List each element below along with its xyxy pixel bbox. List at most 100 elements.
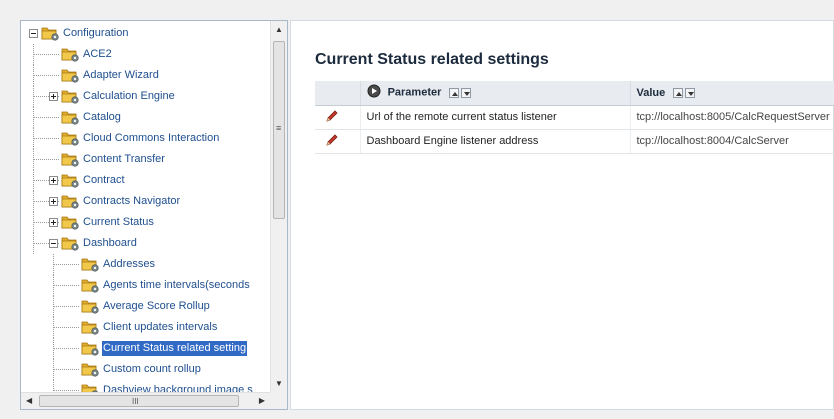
tree-item-dashboard[interactable]: Dashboard [21, 233, 270, 254]
tree-horizontal-scrollbar[interactable]: ◀ III ▶ [21, 392, 270, 409]
table-row: Url of the remote current status listene… [315, 105, 834, 130]
tree-item-client-updates-intervals[interactable]: Client updates intervals [21, 317, 270, 338]
scroll-up-icon[interactable]: ▲ [275, 26, 283, 34]
tree-vertical-scroll-thumb[interactable]: ≡ [273, 41, 285, 219]
pencil-icon[interactable] [325, 133, 339, 150]
tree-item-current-status[interactable]: Current Status [21, 212, 270, 233]
folder-gear-icon [61, 172, 80, 188]
tree-item-label[interactable]: ACE2 [82, 47, 113, 62]
tree-item-addresses[interactable]: Addresses [21, 254, 270, 275]
grip-icon: ≡ [276, 123, 282, 133]
tree-item-configuration[interactable]: Configuration [21, 23, 270, 44]
tree-item-label[interactable]: Calculation Engine [82, 89, 176, 104]
folder-gear-icon [81, 382, 100, 392]
sort-descending-icon[interactable] [685, 87, 696, 98]
folder-gear-icon [61, 46, 80, 62]
pencil-icon[interactable] [325, 109, 339, 126]
folder-gear-icon [81, 256, 100, 272]
folder-gear-icon [41, 25, 60, 41]
tree-item-label[interactable]: Catalog [82, 110, 122, 125]
tree-connector [53, 285, 79, 286]
folder-gear-icon [61, 214, 80, 230]
configuration-tree: Configuration ACE2 Adapter Wizard Calculati… [21, 21, 270, 392]
edit-cell [315, 129, 361, 154]
parameter-cell: Url of the remote current status listene… [360, 105, 631, 130]
value-cell: tcp://localhost:8005/CalcRequestServer [630, 105, 834, 130]
tree-connector [53, 327, 79, 328]
folder-gear-icon [61, 151, 80, 167]
tree-item-label[interactable]: Custom count rollup [102, 362, 202, 377]
tree-item-calculation-engine[interactable]: Calculation Engine [21, 86, 270, 107]
tree-item-content-transfer[interactable]: Content Transfer [21, 149, 270, 170]
tree-panel: Configuration ACE2 Adapter Wizard Calculati… [20, 20, 288, 410]
tree-item-adapter-wizard[interactable]: Adapter Wizard [21, 65, 270, 86]
tree-connector [53, 348, 79, 349]
edit-cell [315, 105, 361, 130]
tree-item-label[interactable]: Contract [82, 173, 126, 188]
table-row: Dashboard Engine listener address tcp://… [315, 129, 834, 154]
tree-item-custom-count-rollup[interactable]: Custom count rollup [21, 359, 270, 380]
scroll-left-icon[interactable]: ◀ [26, 397, 32, 405]
tree-item-label[interactable]: Current Status related setting [102, 341, 248, 356]
tree-item-label[interactable]: Agents time intervals(seconds [102, 278, 251, 293]
tree-horizontal-scroll-thumb[interactable]: III [39, 395, 239, 407]
tree-item-label[interactable]: Adapter Wizard [82, 68, 160, 83]
tree-item-ace2[interactable]: ACE2 [21, 44, 270, 65]
tree-item-label[interactable]: Current Status [82, 215, 155, 230]
folder-gear-icon [81, 319, 100, 335]
value-column-header[interactable]: Value [630, 81, 834, 106]
folder-gear-icon [81, 340, 100, 356]
folder-gear-icon [61, 88, 80, 104]
tree-item-dashview-background-image-s[interactable]: Dashview background image s [21, 380, 270, 392]
edit-column-header [315, 81, 361, 106]
folder-gear-icon [81, 277, 100, 293]
sort-ascending-icon[interactable] [673, 87, 684, 98]
parameter-column-header[interactable]: Parameter [360, 81, 631, 106]
table-header-row: Parameter Value [315, 81, 834, 106]
arrow-circle-icon [367, 84, 381, 101]
tree-item-cloud-commons-interaction[interactable]: Cloud Commons Interaction [21, 128, 270, 149]
tree-connector [33, 117, 59, 118]
sort-ascending-icon[interactable] [449, 87, 460, 98]
sort-descending-icon[interactable] [461, 87, 472, 98]
tree-item-label[interactable]: Average Score Rollup [102, 299, 211, 314]
tree-item-label[interactable]: Dashview background image s [102, 383, 254, 392]
tree-item-label[interactable]: Dashboard [82, 236, 138, 251]
tree-connector [33, 138, 59, 139]
tree-connector [33, 54, 59, 55]
tree-connector [33, 159, 59, 160]
tree-connector [53, 369, 79, 370]
scroll-right-icon[interactable]: ▶ [259, 397, 265, 405]
tree-connector [33, 75, 59, 76]
expand-icon[interactable] [49, 197, 58, 206]
parameter-cell: Dashboard Engine listener address [360, 129, 631, 154]
tree-item-current-status-related-setting[interactable]: Current Status related setting [21, 338, 270, 359]
tree-item-label[interactable]: Client updates intervals [102, 320, 218, 335]
collapse-icon[interactable] [29, 29, 38, 38]
tree-vertical-scrollbar[interactable]: ▲ ≡ ▼ [270, 21, 287, 392]
tree-item-agents-time-intervals-seconds[interactable]: Agents time intervals(seconds [21, 275, 270, 296]
parameter-sort-controls [449, 87, 473, 99]
expand-icon[interactable] [49, 92, 58, 101]
scroll-down-icon[interactable]: ▼ [275, 380, 283, 388]
value-cell: tcp://localhost:8004/CalcServer [630, 129, 834, 154]
tree-item-label[interactable]: Content Transfer [82, 152, 166, 167]
expand-icon[interactable] [49, 176, 58, 185]
collapse-icon[interactable] [49, 239, 58, 248]
tree-item-label[interactable]: Configuration [62, 26, 129, 41]
parameter-column-label: Parameter [387, 86, 442, 99]
tree-item-contracts-navigator[interactable]: Contracts Navigator [21, 191, 270, 212]
expand-icon[interactable] [49, 218, 58, 227]
folder-gear-icon [61, 193, 80, 209]
tree-item-average-score-rollup[interactable]: Average Score Rollup [21, 296, 270, 317]
tree-item-label[interactable]: Contracts Navigator [82, 194, 181, 209]
tree-item-catalog[interactable]: Catalog [21, 107, 270, 128]
page-title: Current Status related settings [315, 51, 549, 68]
tree-item-contract[interactable]: Contract [21, 170, 270, 191]
hscroll-grip: III [132, 397, 139, 406]
tree-connector [53, 390, 79, 391]
tree-item-label[interactable]: Cloud Commons Interaction [82, 131, 220, 146]
folder-gear-icon [81, 298, 100, 314]
tree-connector [53, 264, 79, 265]
tree-item-label[interactable]: Addresses [102, 257, 156, 272]
